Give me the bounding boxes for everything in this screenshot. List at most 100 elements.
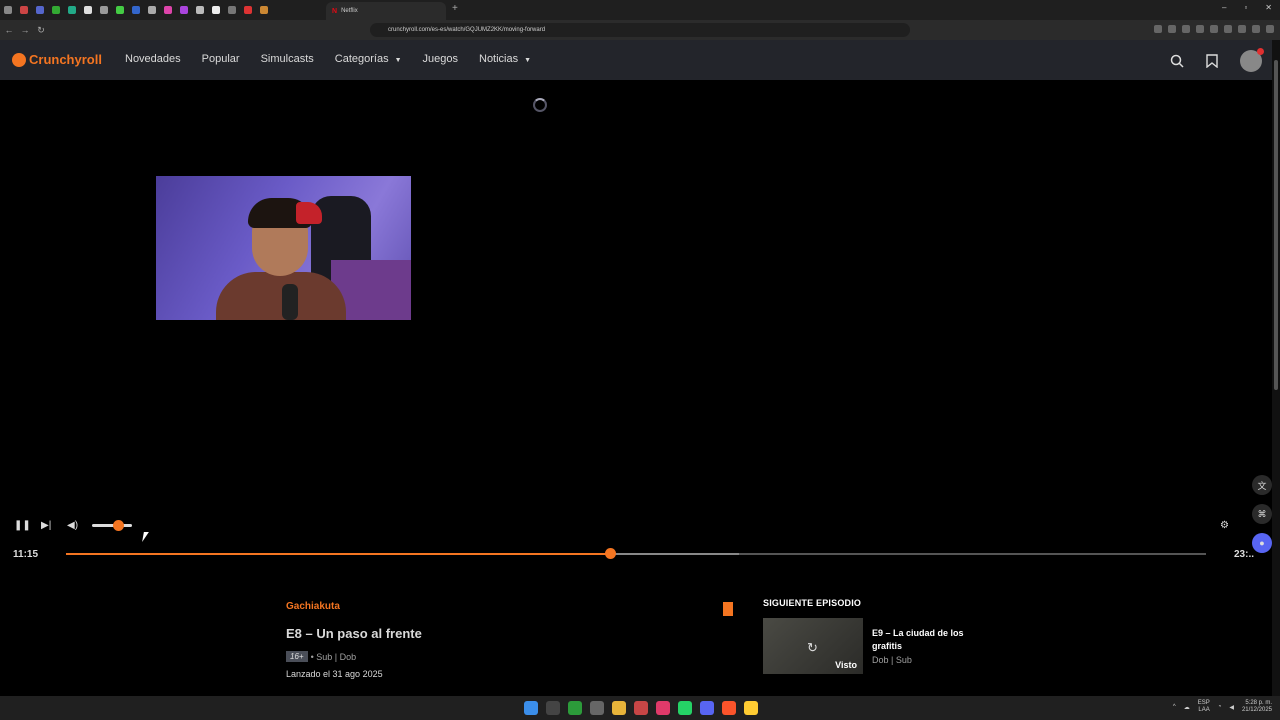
pinned-tab[interactable] <box>208 0 224 20</box>
volume-knob[interactable] <box>113 520 124 531</box>
crunchyroll-logo[interactable]: Crunchyroll <box>12 52 102 67</box>
address-bar[interactable]: crunchyroll.com/es-es/watch/GQJUMZ2KK/mo… <box>370 23 910 37</box>
active-tab[interactable]: N Netflix <box>326 2 446 20</box>
cloud-icon[interactable]: ☁ <box>1184 704 1190 711</box>
chrome-icon[interactable] <box>744 701 758 715</box>
notification-dot <box>1257 48 1264 55</box>
watched-badge: Visto <box>835 660 857 670</box>
window-controls: – ▫ ✕ <box>1222 3 1272 12</box>
url-text: crunchyroll.com/es-es/watch/GQJUMZ2KK/mo… <box>388 27 546 33</box>
person-body <box>216 272 346 320</box>
windows-start-icon[interactable] <box>524 701 538 715</box>
maximize-button[interactable]: ▫ <box>1244 3 1247 12</box>
pinned-tab[interactable] <box>16 0 32 20</box>
nav-novedades[interactable]: Novedades <box>125 53 181 65</box>
search-icon[interactable] <box>1170 54 1184 68</box>
crunchyroll-logo-icon <box>12 52 26 67</box>
task-view-icon[interactable] <box>590 701 604 715</box>
pinned-tab[interactable] <box>0 0 16 20</box>
pinned-tab[interactable] <box>112 0 128 20</box>
speaker-icon[interactable]: ◀ <box>1229 704 1234 711</box>
brave-icon[interactable] <box>722 701 736 715</box>
seek-knob[interactable] <box>604 548 616 559</box>
nav-noticias[interactable]: Noticias ▼ <box>479 53 531 65</box>
microphone <box>282 284 298 320</box>
app-icon[interactable] <box>634 701 648 715</box>
subtitles-icon[interactable]: 文 <box>1252 475 1272 495</box>
language-indicator[interactable]: ESP LAA <box>1198 700 1210 714</box>
duration: 23:.. <box>1234 549 1255 560</box>
wifi-icon[interactable]: ◔ <box>1218 704 1222 710</box>
nav-popular[interactable]: Popular <box>202 53 240 65</box>
pinned-tab[interactable] <box>48 0 64 20</box>
minimize-button[interactable]: – <box>1222 3 1226 12</box>
nav-categorias[interactable]: Categorías ▼ <box>335 53 402 65</box>
search-icon[interactable] <box>546 701 560 715</box>
series-link[interactable]: Gachiakuta <box>286 601 340 612</box>
pinned-tab[interactable] <box>192 0 208 20</box>
settings-gear-icon[interactable]: ⚙ <box>1220 520 1229 531</box>
extension-icon[interactable] <box>1168 25 1176 33</box>
pause-icon[interactable]: ❚❚ <box>14 520 31 531</box>
page-scrollbar[interactable] <box>1272 40 1280 696</box>
extension-icons <box>1154 25 1274 33</box>
extension-icon[interactable] <box>1238 25 1246 33</box>
next-episode-icon[interactable]: ▶| <box>41 520 51 531</box>
active-tab-label: Netflix <box>341 8 358 14</box>
tiktok-icon[interactable] <box>656 701 670 715</box>
forward-arrow-icon[interactable]: → <box>18 25 32 35</box>
bookmark-icon[interactable] <box>723 602 733 616</box>
tray-chevron-icon[interactable]: ^ <box>1173 704 1176 710</box>
pinned-tab[interactable] <box>256 0 272 20</box>
extension-icon[interactable] <box>1210 25 1218 33</box>
header-actions <box>1170 48 1264 72</box>
pinned-tab[interactable] <box>240 0 256 20</box>
pinned-tab[interactable] <box>128 0 144 20</box>
discord-icon[interactable] <box>700 701 714 715</box>
new-tab-button[interactable]: + <box>452 3 458 14</box>
pinned-tab[interactable] <box>32 0 48 20</box>
audio-info: • Sub | Dob <box>310 651 357 662</box>
close-window-button[interactable]: ✕ <box>1265 3 1272 12</box>
avatar[interactable] <box>1240 48 1264 72</box>
pinned-tab[interactable] <box>160 0 176 20</box>
seek-played <box>66 553 610 555</box>
video-player[interactable]: 文 ⌘ ● ❚❚ ▶| ◀) ⚙ 11:15 23:.. <box>0 80 1272 580</box>
next-episode-audio: Dob | Sub <box>872 655 912 665</box>
scrollbar-thumb[interactable] <box>1274 60 1278 390</box>
windows-taskbar: ^ ☁ ESP LAA ◔ ◀ 5:28 p. m. 21/12/2025 <box>0 696 1280 720</box>
xbox-icon[interactable] <box>568 701 582 715</box>
extension-icon[interactable] <box>1224 25 1232 33</box>
volume-icon[interactable]: ◀) <box>67 520 78 531</box>
extension-icon[interactable] <box>1154 25 1162 33</box>
extension-icon[interactable] <box>1252 25 1260 33</box>
menu-icon[interactable] <box>1266 25 1274 33</box>
watchlist-bookmark-icon[interactable] <box>1206 54 1218 68</box>
pinned-tab[interactable] <box>64 0 80 20</box>
nav-juegos[interactable]: Juegos <box>423 53 458 65</box>
release-date: Lanzado el 31 ago 2025 <box>286 669 383 679</box>
whatsapp-icon[interactable] <box>678 701 692 715</box>
language-layout: LAA <box>1198 707 1210 713</box>
nav-label: Categorías <box>334 53 389 65</box>
site-header: Crunchyroll Novedades Popular Simulcasts… <box>0 40 1280 80</box>
system-tray: ^ ☁ ESP LAA ◔ ◀ 5:28 p. m. 21/12/2025 <box>1173 700 1272 714</box>
back-arrow-icon[interactable]: ← <box>2 25 16 35</box>
reload-icon[interactable]: ↻ <box>34 25 48 36</box>
next-episode-title[interactable]: E9 – La ciudad de los grafitis <box>872 627 982 653</box>
clock[interactable]: 5:28 p. m. 21/12/2025 <box>1242 700 1272 714</box>
pinned-tab[interactable] <box>144 0 160 20</box>
clock-date: 21/12/2025 <box>1241 707 1272 713</box>
pinned-tab[interactable] <box>96 0 112 20</box>
seek-bar[interactable] <box>66 548 1206 559</box>
pinned-tab[interactable] <box>176 0 192 20</box>
clock-time: 5:28 p. m. <box>1245 700 1272 706</box>
pinned-tab[interactable] <box>80 0 96 20</box>
extension-icon[interactable] <box>1182 25 1190 33</box>
volume-slider[interactable] <box>92 524 132 527</box>
extension-icon[interactable] <box>1196 25 1204 33</box>
file-explorer-icon[interactable] <box>612 701 626 715</box>
nav-simulcasts[interactable]: Simulcasts <box>261 53 314 65</box>
next-episode-thumbnail[interactable]: ↻ Visto <box>763 618 863 674</box>
pinned-tab[interactable] <box>224 0 240 20</box>
